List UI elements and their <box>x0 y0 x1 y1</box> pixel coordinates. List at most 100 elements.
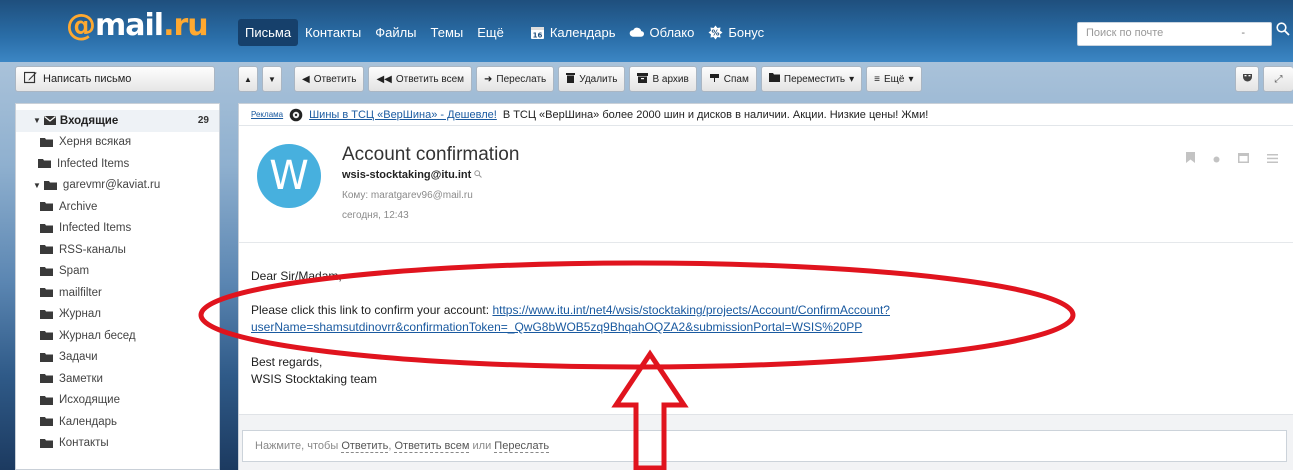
delete-button[interactable]: Удалить <box>558 66 626 92</box>
move-button[interactable]: Переместить ▾ <box>760 66 863 92</box>
reply-icon: ◀ <box>302 73 310 85</box>
bonus-icon: % <box>708 25 723 40</box>
sidebar-item-label: mailfilter <box>59 286 102 299</box>
nav-calendar-label: Календарь <box>549 24 616 40</box>
search-input[interactable]: Поиск по почте - <box>1077 22 1272 46</box>
ad-link[interactable]: Шины в ТСЦ «ВерШина» - Дешевле! <box>309 109 497 121</box>
more-menu-icon[interactable] <box>1267 152 1278 166</box>
expand-icon: ⤢ <box>1274 73 1283 85</box>
sender-email[interactable]: wsis-stocktaking@itu.int <box>342 169 471 181</box>
ad-banner[interactable]: Реклама Шины в ТСЦ «ВерШина» - Дешевле! … <box>239 104 1293 126</box>
confirm-prefix: Please click this link to confirm your a… <box>251 303 490 317</box>
more-actions-button[interactable]: ≡ Ещё ▾ <box>866 66 922 92</box>
arrow-down-icon: ▼ <box>268 74 276 84</box>
arrow-up-icon: ▲ <box>244 74 252 84</box>
sidebar-folder-item[interactable]: Журнал бесед <box>16 325 219 347</box>
quick-reply-input[interactable]: Нажмите, чтобы Ответить, Ответить всем и… <box>242 430 1287 462</box>
previous-message-button[interactable]: ▲ <box>238 66 258 92</box>
nav-more[interactable]: Ещё <box>470 19 511 46</box>
nav-letters[interactable]: Письма <box>238 18 299 46</box>
quick-reply-link[interactable]: Ответить <box>341 440 389 453</box>
reply-label: Ответить <box>313 73 357 85</box>
tire-icon <box>289 108 303 122</box>
sidebar-folder-item[interactable]: Контакты <box>16 433 219 455</box>
sidebar-folder-item[interactable]: Spam <box>16 261 219 283</box>
chevron-down-icon: ▾ <box>908 73 914 85</box>
sender-avatar: W <box>257 144 321 208</box>
folder-icon <box>40 417 54 427</box>
sidebar-folder-item[interactable]: Журнал <box>16 304 219 326</box>
archive-button[interactable]: В архив <box>629 66 697 92</box>
more-label: Ещё <box>884 73 905 85</box>
nav-themes[interactable]: Темы <box>424 19 471 46</box>
sidebar-folder-item[interactable]: Календарь <box>16 411 219 433</box>
ad-label[interactable]: Реклама <box>251 110 283 119</box>
nav-cloud[interactable]: Облако <box>622 19 701 46</box>
theme-button[interactable] <box>1235 66 1259 92</box>
menu-icon: ≡ <box>874 73 881 85</box>
trash-icon <box>566 72 576 86</box>
folder-icon <box>40 352 54 362</box>
bookmark-icon[interactable] <box>1186 152 1195 166</box>
calendar-icon[interactable] <box>1238 152 1249 166</box>
sidebar-folder-item[interactable]: Infected Items <box>16 153 219 175</box>
sidebar-folder-item[interactable]: Infected Items <box>16 218 219 240</box>
sidebar-item-label: garevmr@kaviat.ru <box>62 179 161 192</box>
search-icon[interactable] <box>1276 22 1290 41</box>
sidebar-folder-item[interactable]: Задачи <box>16 347 219 369</box>
reply-all-button[interactable]: ◀◀ Ответить всем <box>368 66 473 92</box>
folder-icon <box>40 245 54 255</box>
spam-icon <box>709 73 720 86</box>
spam-label: Спам <box>723 73 749 85</box>
sidebar-item-label: Исходящие <box>59 394 120 407</box>
sidebar-folder-item[interactable]: RSS-каналы <box>16 239 219 261</box>
caret-down-icon[interactable]: ▼ <box>33 181 41 190</box>
spam-button[interactable]: Спам <box>700 66 757 92</box>
reply-button[interactable]: ◀ Ответить <box>294 66 365 92</box>
folder-sidebar: ▼ Входящие 29 Херня всякая Infected Items… <box>15 103 220 470</box>
sender-address[interactable]: wsis-stocktaking@itu.int <box>342 169 483 181</box>
message-header-actions <box>1186 152 1278 166</box>
sidebar-folder-item[interactable]: Исходящие <box>16 390 219 412</box>
confirm-link-line2[interactable]: userName=shamsutdinovrr&confirmationToke… <box>251 320 862 334</box>
sidebar-item-label: Контакты <box>59 437 109 450</box>
sidebar-item-label: RSS-каналы <box>59 243 126 256</box>
forward-button[interactable]: ➜ Переслать <box>476 66 555 92</box>
top-bar: @mail.ru Письма Контакты Файлы Темы Ещё … <box>0 0 1293 62</box>
next-message-button[interactable]: ▼ <box>262 66 282 92</box>
sidebar-folder-item[interactable]: Заметки <box>16 368 219 390</box>
quick-reply-all-link[interactable]: Ответить всем <box>394 440 470 453</box>
folder-icon <box>40 331 54 341</box>
quick-forward-link[interactable]: Переслать <box>494 440 550 453</box>
sidebar-folder-item[interactable]: Херня всякая <box>16 132 219 154</box>
mailru-logo[interactable]: @mail.ru <box>66 8 209 43</box>
confirm-link-line1[interactable]: https://www.itu.int/net4/wsis/stocktakin… <box>492 303 890 317</box>
nav-cloud-label: Облако <box>649 24 695 40</box>
compose-button[interactable]: Написать письмо <box>15 66 215 92</box>
nav-contacts[interactable]: Контакты <box>298 19 368 46</box>
sidebar-item-label: Заметки <box>59 372 103 385</box>
sidebar-folder-item[interactable]: ▼ garevmr@kaviat.ru <box>16 175 219 197</box>
reply-all-icon: ◀◀ <box>376 73 392 85</box>
sidebar-item-label: Журнал <box>59 308 101 321</box>
nav-files[interactable]: Файлы <box>368 19 423 46</box>
search-scope-dropdown[interactable]: - <box>1241 27 1245 39</box>
sidebar-item-label: Входящие <box>59 114 119 127</box>
svg-text:%: % <box>712 28 720 37</box>
sidebar-item-inbox[interactable]: ▼ Входящие 29 <box>16 110 219 132</box>
search-sender-icon[interactable] <box>474 169 483 181</box>
read-status-dot-icon[interactable] <box>1213 152 1220 166</box>
nav-calendar[interactable]: 16 Календарь <box>523 19 623 46</box>
reply-comma: , <box>388 440 392 452</box>
sidebar-folder-item[interactable]: Archive <box>16 196 219 218</box>
expand-view-button[interactable]: ⤢ <box>1263 66 1293 92</box>
nav-bonus-label: Бонус <box>728 24 765 40</box>
folder-icon <box>40 202 54 212</box>
sidebar-folder-item[interactable]: mailfilter <box>16 282 219 304</box>
compose-icon <box>23 71 37 87</box>
sidebar-item-label: Задачи <box>59 351 98 364</box>
sidebar-item-label: Infected Items <box>57 157 130 170</box>
unread-count: 29 <box>197 115 209 127</box>
nav-bonus[interactable]: % Бонус <box>701 19 771 46</box>
mask-icon <box>1242 72 1253 86</box>
